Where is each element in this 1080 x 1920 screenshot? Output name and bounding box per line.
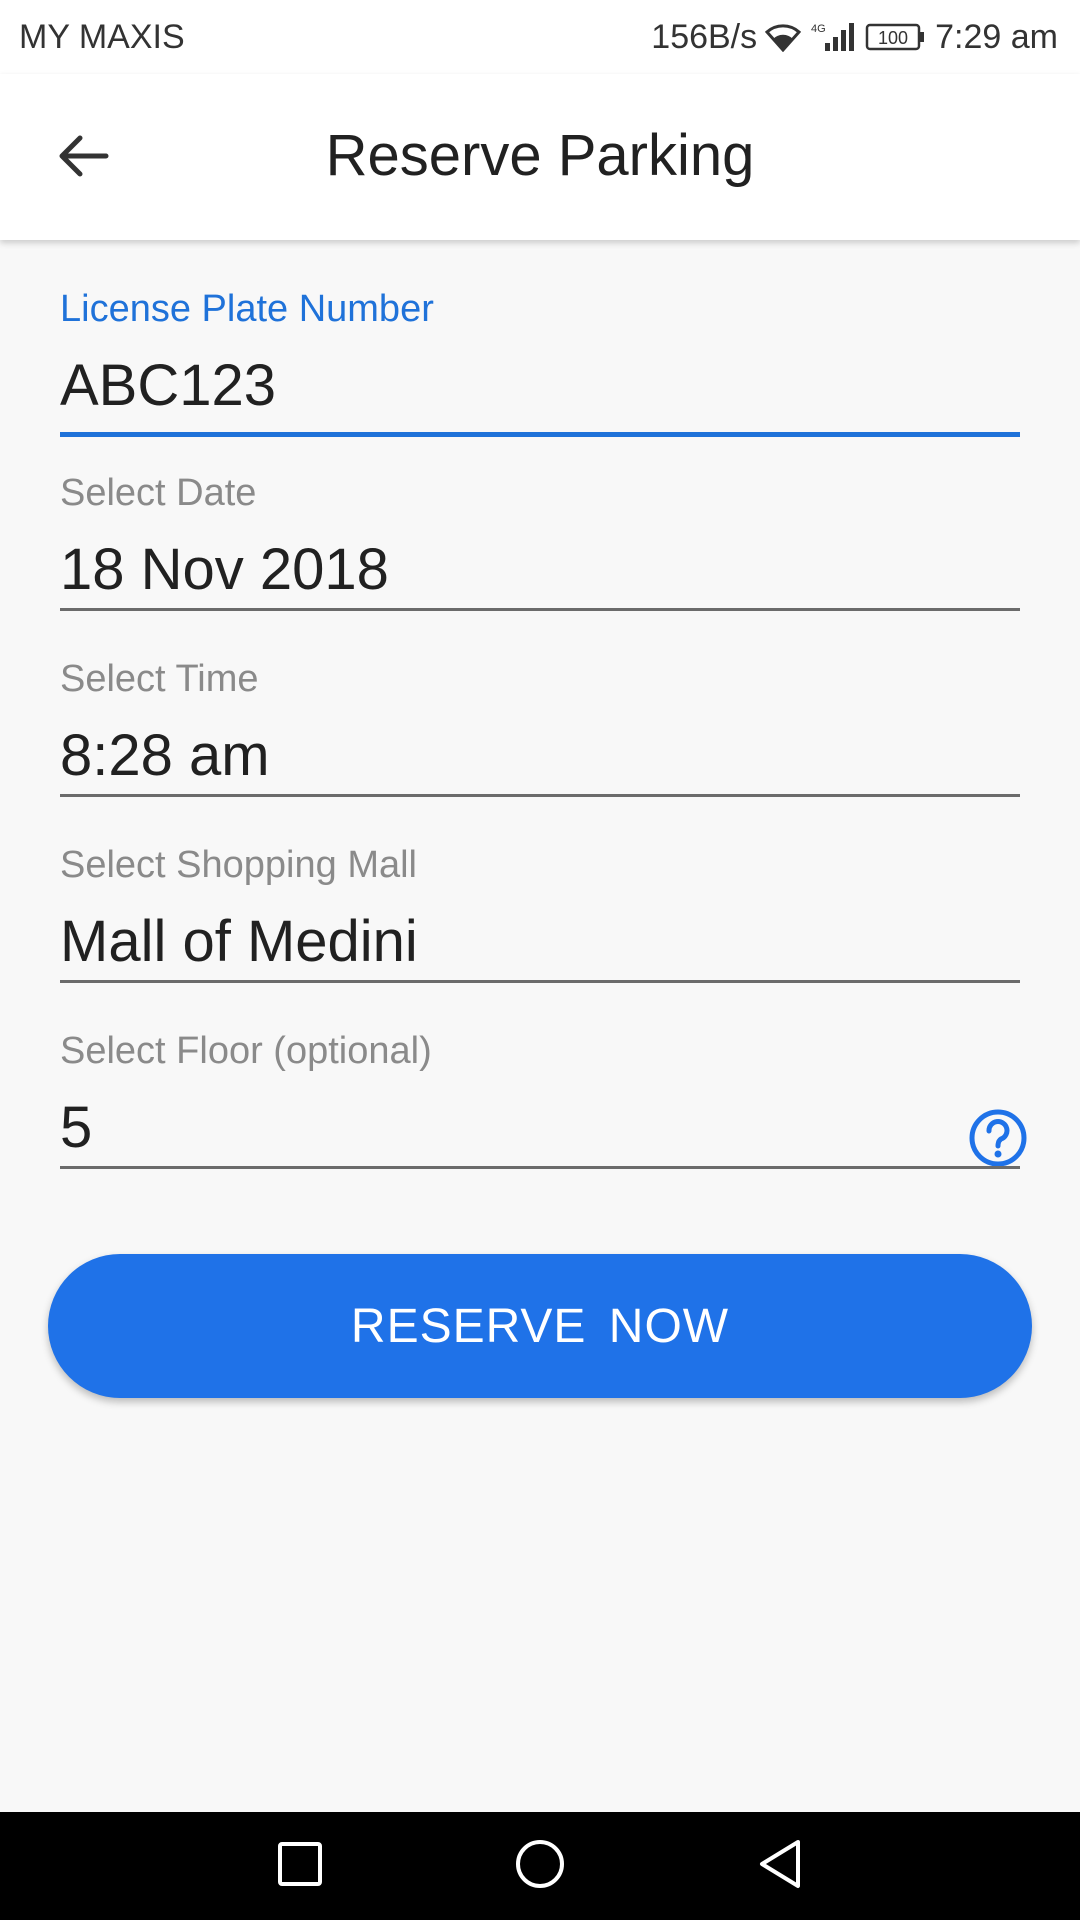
mall-field[interactable]: Select Shopping Mall Mall of Medini [60, 798, 1020, 984]
date-value[interactable]: 18 Nov 2018 [60, 536, 960, 603]
floor-field[interactable]: Select Floor (optional) 5 [60, 984, 1027, 1170]
carrier-name: MY MAXIS [19, 17, 185, 56]
home-button[interactable] [500, 1826, 580, 1906]
time-value[interactable]: 8:28 am [60, 722, 960, 789]
mall-underline [60, 980, 1020, 983]
clock: 7:29 am [935, 17, 1058, 56]
app-bar: Reserve Parking [0, 74, 1080, 240]
status-bar: MY MAXIS 156B/s 4G 100 7:29 am [0, 0, 1080, 74]
floor-label: Select Floor (optional) [60, 1030, 432, 1072]
recent-apps-icon [277, 1841, 323, 1892]
reserve-now-button[interactable]: RESERVE NOW [48, 1254, 1032, 1398]
mall-value[interactable]: Mall of Medini [60, 908, 960, 975]
battery-level: 100 [878, 28, 908, 48]
license-plate-field[interactable]: License Plate Number [60, 240, 1020, 437]
back-icon [756, 1838, 804, 1895]
time-field[interactable]: Select Time 8:28 am [60, 612, 1020, 798]
battery-icon: 100 [865, 22, 927, 52]
reserve-now-label: RESERVE NOW [350, 1299, 730, 1353]
floor-underline [60, 1166, 1020, 1169]
signal-icon: 4G [809, 21, 857, 53]
home-icon [514, 1838, 566, 1895]
time-underline [60, 794, 1020, 797]
license-plate-input[interactable] [60, 352, 960, 419]
status-indicators: 156B/s 4G 100 7:29 am [651, 18, 1058, 57]
wifi-icon [765, 22, 802, 52]
system-back-button[interactable] [740, 1826, 820, 1906]
screen: MY MAXIS 156B/s 4G 100 7:29 am Reserve P… [0, 0, 1080, 1920]
recent-apps-button[interactable] [260, 1826, 340, 1906]
mall-label: Select Shopping Mall [60, 844, 417, 886]
help-circle-icon[interactable] [968, 1108, 1028, 1168]
time-label: Select Time [60, 658, 259, 700]
network-speed: 156B/s [651, 17, 758, 56]
network-type-label: 4G [811, 23, 826, 35]
date-underline [60, 608, 1020, 611]
floor-value[interactable]: 5 [60, 1094, 960, 1161]
date-field[interactable]: Select Date 18 Nov 2018 [60, 426, 1020, 612]
system-nav-bar [0, 1812, 1080, 1920]
date-label: Select Date [60, 472, 257, 514]
license-plate-label: License Plate Number [60, 288, 434, 330]
page-title: Reserve Parking [325, 123, 755, 188]
